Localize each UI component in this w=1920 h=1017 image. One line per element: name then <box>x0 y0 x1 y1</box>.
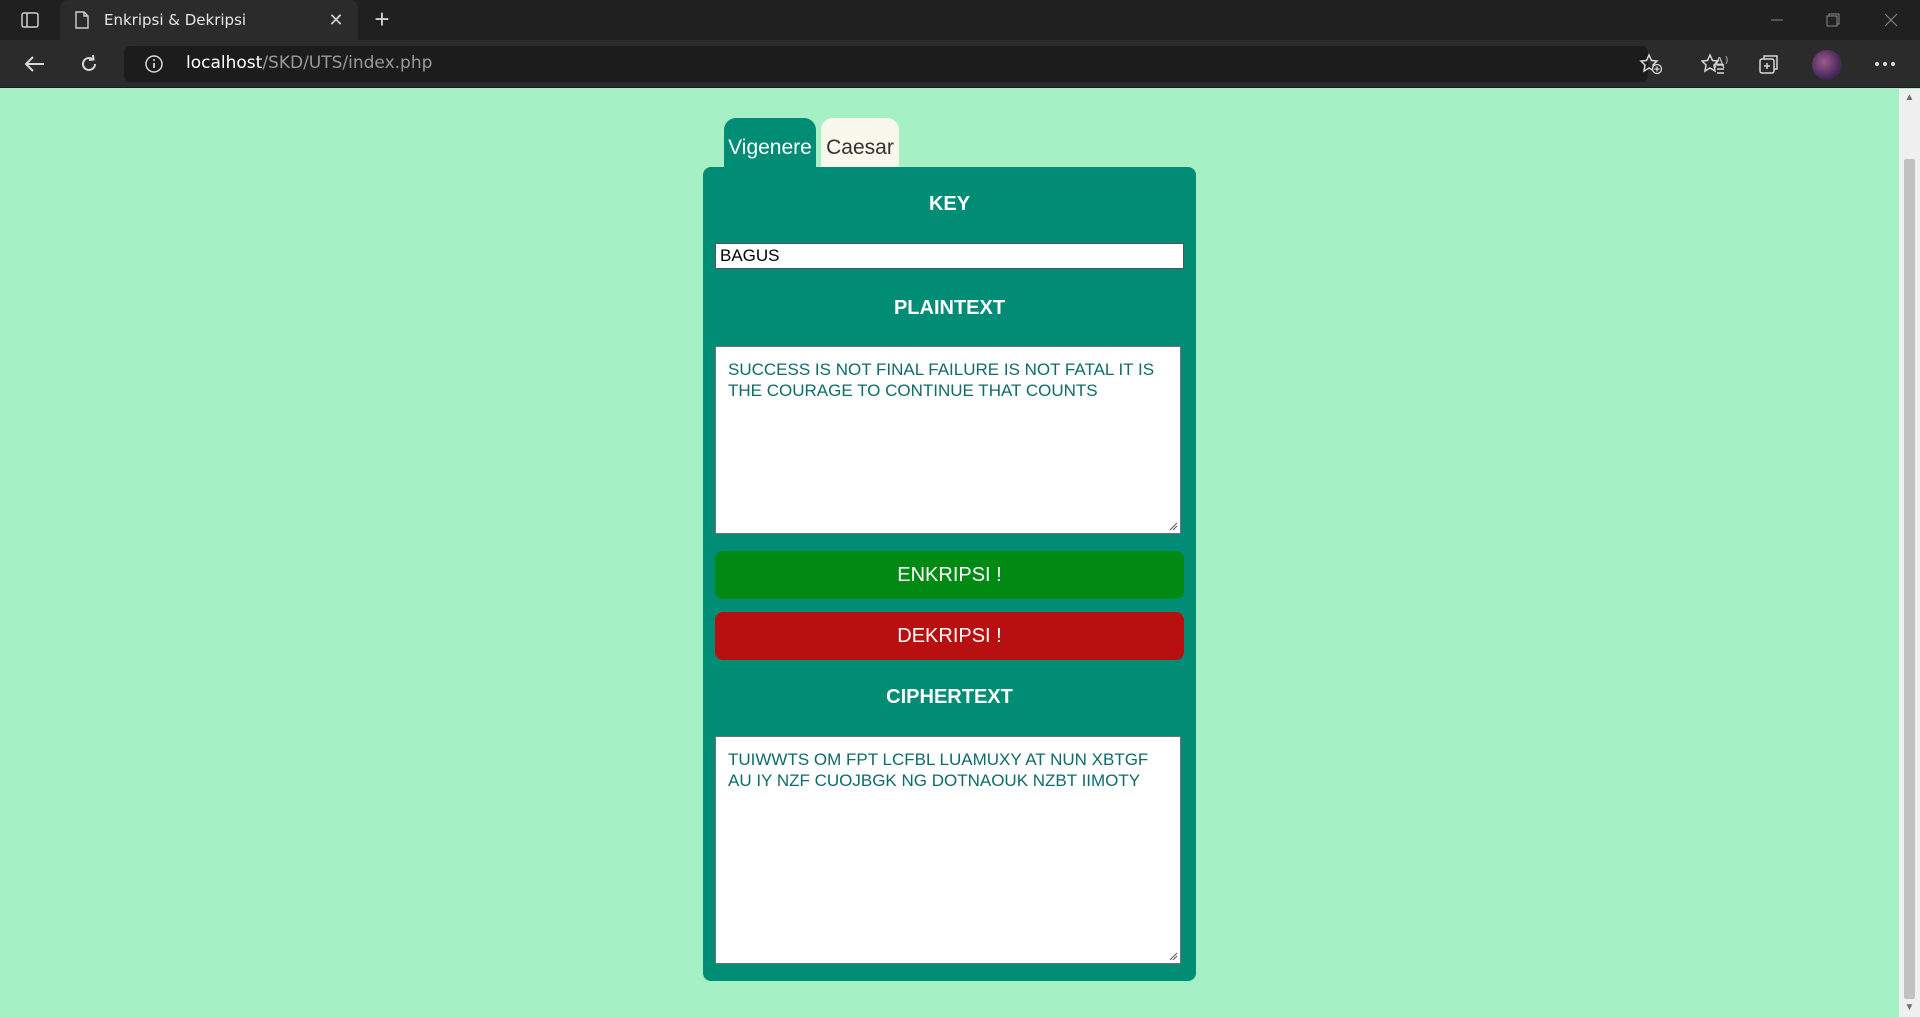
resize-grip-icon[interactable] <box>1168 521 1178 531</box>
cipher-panel: KEY PLAINTEXT SUCCESS IS NOT FINAL FAILU… <box>703 167 1196 981</box>
tab-title: Enkripsi & Dekripsi <box>104 11 247 29</box>
close-tab-icon[interactable]: ✕ <box>326 10 346 30</box>
url-text: localhost/SKD/UTS/index.php <box>186 53 432 73</box>
browser-titlebar: Enkripsi & Dekripsi ✕ + <box>0 0 1920 40</box>
decrypt-button[interactable]: DEKRIPSI ! <box>715 612 1184 660</box>
plaintext-value: SUCCESS IS NOT FINAL FAILURE IS NOT FATA… <box>728 360 1155 400</box>
profile-avatar[interactable] <box>1812 50 1842 80</box>
browser-tab[interactable]: Enkripsi & Dekripsi ✕ <box>60 0 358 40</box>
ciphertext-label: CIPHERTEXT <box>886 686 1013 708</box>
key-input[interactable] <box>715 243 1184 269</box>
vertical-scrollbar[interactable]: ▲ ▼ <box>1899 89 1920 1017</box>
site-info-icon[interactable] <box>144 54 164 74</box>
key-label: KEY <box>928 193 971 215</box>
tab-caesar[interactable]: Caesar <box>821 118 899 168</box>
collections-icon[interactable] <box>1752 48 1786 80</box>
back-arrow-icon[interactable] <box>18 48 52 80</box>
new-tab-icon[interactable]: + <box>368 6 396 34</box>
scroll-thumb[interactable] <box>1904 159 1915 999</box>
resize-grip-icon[interactable] <box>1168 951 1178 961</box>
minimize-icon[interactable] <box>1762 6 1792 34</box>
url-path: /SKD/UTS/index.php <box>262 53 433 73</box>
page-icon <box>72 10 92 30</box>
plaintext-textarea[interactable]: SUCCESS IS NOT FINAL FAILURE IS NOT FATA… <box>715 346 1181 534</box>
favorites-icon[interactable] <box>1696 48 1730 80</box>
tab-vigenere[interactable]: Vigenere <box>724 118 816 168</box>
scroll-up-icon[interactable]: ▲ <box>1899 89 1920 107</box>
ciphertext-value: TUIWWTS OM FPT LCFBL LUAMUXY AT NUN XBTG… <box>728 750 1149 790</box>
address-bar[interactable]: localhost/SKD/UTS/index.php A⁾ <box>124 46 1729 82</box>
ciphertext-textarea[interactable]: TUIWWTS OM FPT LCFBL LUAMUXY AT NUN XBTG… <box>715 736 1181 964</box>
restore-icon[interactable] <box>1818 6 1848 34</box>
encrypt-button[interactable]: ENKRIPSI ! <box>715 551 1184 599</box>
refresh-icon[interactable] <box>72 48 106 80</box>
plaintext-label: PLAINTEXT <box>893 297 1006 319</box>
scroll-down-icon[interactable]: ▼ <box>1899 999 1920 1017</box>
sidebar-toggle-icon[interactable] <box>14 8 46 32</box>
close-window-icon[interactable] <box>1876 6 1906 34</box>
add-favorite-icon[interactable] <box>1634 48 1668 80</box>
more-options-icon[interactable] <box>1868 48 1902 80</box>
browser-toolbar: localhost/SKD/UTS/index.php A⁾ <box>0 40 1920 88</box>
url-host: localhost <box>186 53 263 73</box>
